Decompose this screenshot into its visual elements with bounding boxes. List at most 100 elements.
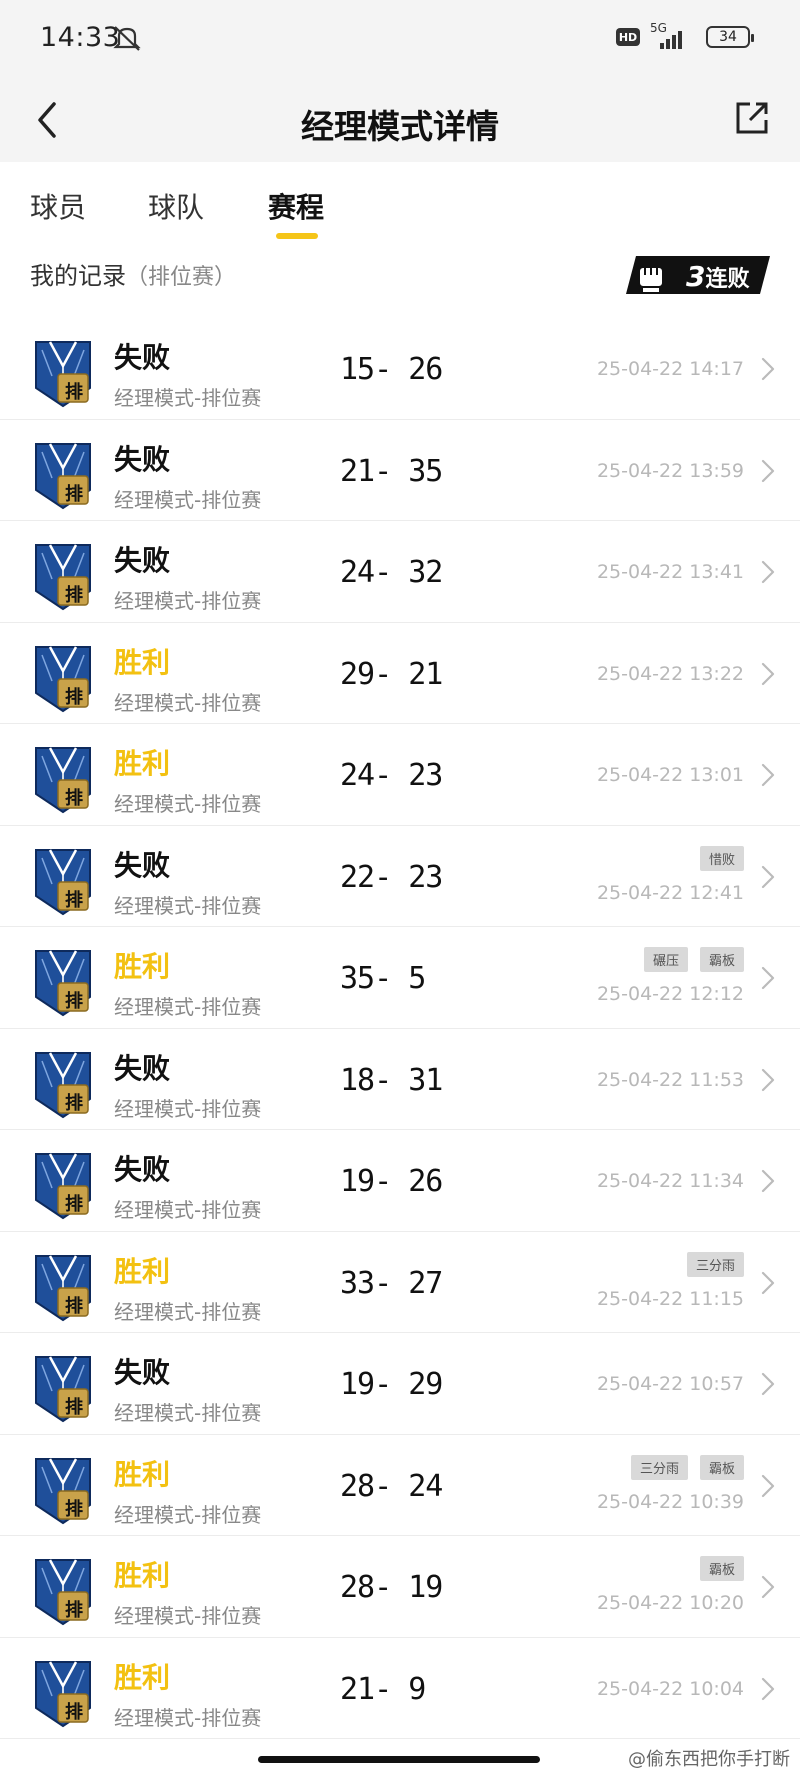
tab-schedule[interactable]: 赛程 [268, 186, 324, 226]
match-score: 28- 19 [340, 1570, 443, 1605]
match-result: 失败 [114, 1356, 171, 1389]
match-tag: 霸板 [699, 1556, 744, 1581]
status-time: 14:33 [40, 22, 121, 53]
chevron-right-icon [761, 662, 775, 685]
match-row[interactable]: 排 胜利 经理模式-排位赛 24- 23 25-04-22 13:01 [0, 724, 800, 826]
match-date: 25-04-22 14:17 [596, 358, 744, 380]
ranked-badge-icon: 排 [28, 1250, 98, 1322]
match-tags: 三分雨 霸板 [630, 1454, 744, 1480]
match-date: 25-04-22 13:59 [596, 459, 744, 482]
match-list: 排失败 经理模式-排位赛 15- 26 25-04-22 14:17 排失败 经理模式-… [0, 318, 800, 1739]
match-tag: 碾压 [643, 947, 688, 972]
ranked-badge-char: 排 [65, 1194, 83, 1215]
chevron-right-icon [761, 763, 775, 787]
ranked-badge-icon: 排 [28, 1148, 98, 1220]
ranked-badge-icon: 排 [28, 1351, 98, 1423]
match-date: 25-04-22 12:41 [596, 881, 744, 904]
match-row[interactable]: 排 胜利 经理模式-排位赛 28- 24 三分雨 霸板 25-04-22 10:39 [0, 1435, 800, 1536]
home-indicator[interactable] [258, 1756, 540, 1763]
match-date: 25-04-22 10:39 [596, 1490, 744, 1513]
match-row[interactable]: 排 失败 经理模式-排位赛 18- 31 25-04-22 11:53 [0, 1029, 800, 1130]
match-mode: 经理模式-排位赛 [114, 690, 262, 715]
match-date: 25-04-22 12:12 [596, 983, 744, 1005]
match-score: 33- 27 [340, 1265, 443, 1301]
record-header: 我的记录（排位赛） 3连败 [0, 250, 800, 300]
match-row[interactable]: 排 胜利 经理模式-排位赛 21- 9 25-04-22 10:04 [0, 1638, 800, 1739]
match-row[interactable]: 排 失败 经理模式-排位赛 19- 26 25-04-22 11:34 [0, 1130, 800, 1232]
match-result: 失败 [114, 1051, 171, 1085]
chevron-right-icon [761, 459, 775, 482]
ranked-badge-char: 排 [65, 991, 83, 1012]
match-date: 25-04-22 13:01 [596, 764, 744, 786]
match-score: 28- 24 [340, 1468, 443, 1504]
ranked-badge-icon: 排 [28, 844, 98, 916]
match-row[interactable]: 排 胜利 经理模式-排位赛 28- 19 霸板 25-04-22 10:20 [0, 1536, 800, 1638]
ranked-badge-char: 排 [65, 686, 83, 708]
match-tags: 霸板 [699, 1556, 744, 1581]
match-date: 25-04-22 13:22 [596, 662, 744, 685]
match-score: 29- 21 [340, 656, 443, 692]
chevron-right-icon [761, 560, 775, 584]
top-bar: 14:33 HD 5G 34 经理模式详情 [0, 0, 800, 162]
ranked-badge-char: 排 [65, 1701, 83, 1723]
match-score: 22- 23 [340, 859, 443, 895]
chevron-right-icon [761, 1169, 775, 1193]
ranked-badge-icon: 排 [28, 336, 98, 408]
streak-label: 连败 [705, 267, 750, 292]
match-result: 失败 [114, 442, 171, 476]
match-result: 胜利 [114, 645, 171, 679]
signal-icon: 5G [650, 21, 696, 51]
match-row[interactable]: 排 失败 经理模式-排位赛 22- 23 惜败 25-04-22 12:41 [0, 826, 800, 927]
chevron-right-icon [761, 1677, 775, 1700]
match-result: 失败 [114, 341, 171, 374]
chevron-right-icon [761, 1271, 775, 1294]
match-date: 25-04-22 11:15 [596, 1287, 744, 1310]
match-mode: 经理模式-排位赛 [114, 1502, 262, 1527]
ranked-badge-char: 排 [65, 585, 83, 606]
chevron-right-icon [761, 1474, 775, 1497]
ranked-badge-icon: 排 [28, 1047, 98, 1119]
match-mode: 经理模式-排位赛 [114, 1604, 262, 1628]
match-mode: 经理模式-排位赛 [114, 386, 262, 410]
match-row[interactable]: 排 胜利 经理模式-排位赛 35- 5 碾压 霸板 25-04-22 12:12 [0, 927, 800, 1029]
mute-bell-icon [113, 26, 141, 51]
tab-players[interactable]: 球员 [30, 186, 86, 226]
record-label: 我的记录（排位赛） [30, 256, 236, 291]
tab-team[interactable]: 球队 [148, 186, 204, 226]
match-tag: 霸板 [699, 947, 744, 972]
ranked-badge-char: 排 [65, 889, 83, 911]
match-row[interactable]: 排 胜利经理模式-排位赛 29- 21 25-04-22 13:22 [0, 623, 800, 724]
ranked-badge-icon: 排 [28, 945, 98, 1017]
match-tag: 惜败 [699, 845, 744, 871]
chevron-right-icon [761, 1068, 775, 1091]
ranked-badge-icon: 排 [28, 1453, 98, 1525]
ranked-badge-icon: 排 [28, 641, 98, 713]
match-row[interactable]: 排 失败 经理模式-排位赛 15- 26 25-04-22 14:17 [0, 318, 800, 420]
match-tag: 三分雨 [630, 1454, 688, 1480]
chevron-right-icon [761, 966, 775, 990]
match-tags: 三分雨 [686, 1251, 744, 1277]
match-row[interactable]: 排 失败 经理模式-排位赛 24- 32 25-04-22 13:41 [0, 521, 800, 623]
match-score: 19- 26 [340, 1164, 443, 1199]
match-row[interactable]: 排 胜利 经理模式-排位赛 33- 27 三分雨 25-04-22 11:15 [0, 1232, 800, 1333]
match-score: 18- 31 [340, 1062, 443, 1098]
match-tag: 三分雨 [686, 1251, 744, 1277]
match-date: 25-04-22 10:04 [596, 1677, 744, 1700]
active-tab-indicator [276, 233, 318, 239]
chevron-right-icon [761, 357, 775, 381]
chevron-right-icon [761, 1372, 775, 1396]
match-result: 胜利 [114, 1559, 171, 1592]
share-icon[interactable] [732, 98, 772, 138]
ranked-badge-icon: 排 [28, 1554, 98, 1626]
match-date: 25-04-22 13:41 [596, 561, 744, 583]
chevron-right-icon [761, 865, 775, 888]
match-row[interactable]: 排 失败 经理模式-排位赛 21- 35 25-04-22 13:59 [0, 420, 800, 521]
ranked-badge-char: 排 [65, 382, 83, 403]
match-tags: 碾压 霸板 [643, 947, 744, 972]
match-date: 25-04-22 11:53 [596, 1068, 744, 1091]
match-tags: 惜败 [699, 845, 744, 871]
match-mode: 经理模式-排位赛 [114, 1198, 262, 1222]
match-score: 24- 32 [340, 555, 443, 590]
match-row[interactable]: 排 失败 经理模式-排位赛 19- 29 25-04-22 10:57 [0, 1333, 800, 1435]
match-result: 失败 [114, 544, 171, 577]
